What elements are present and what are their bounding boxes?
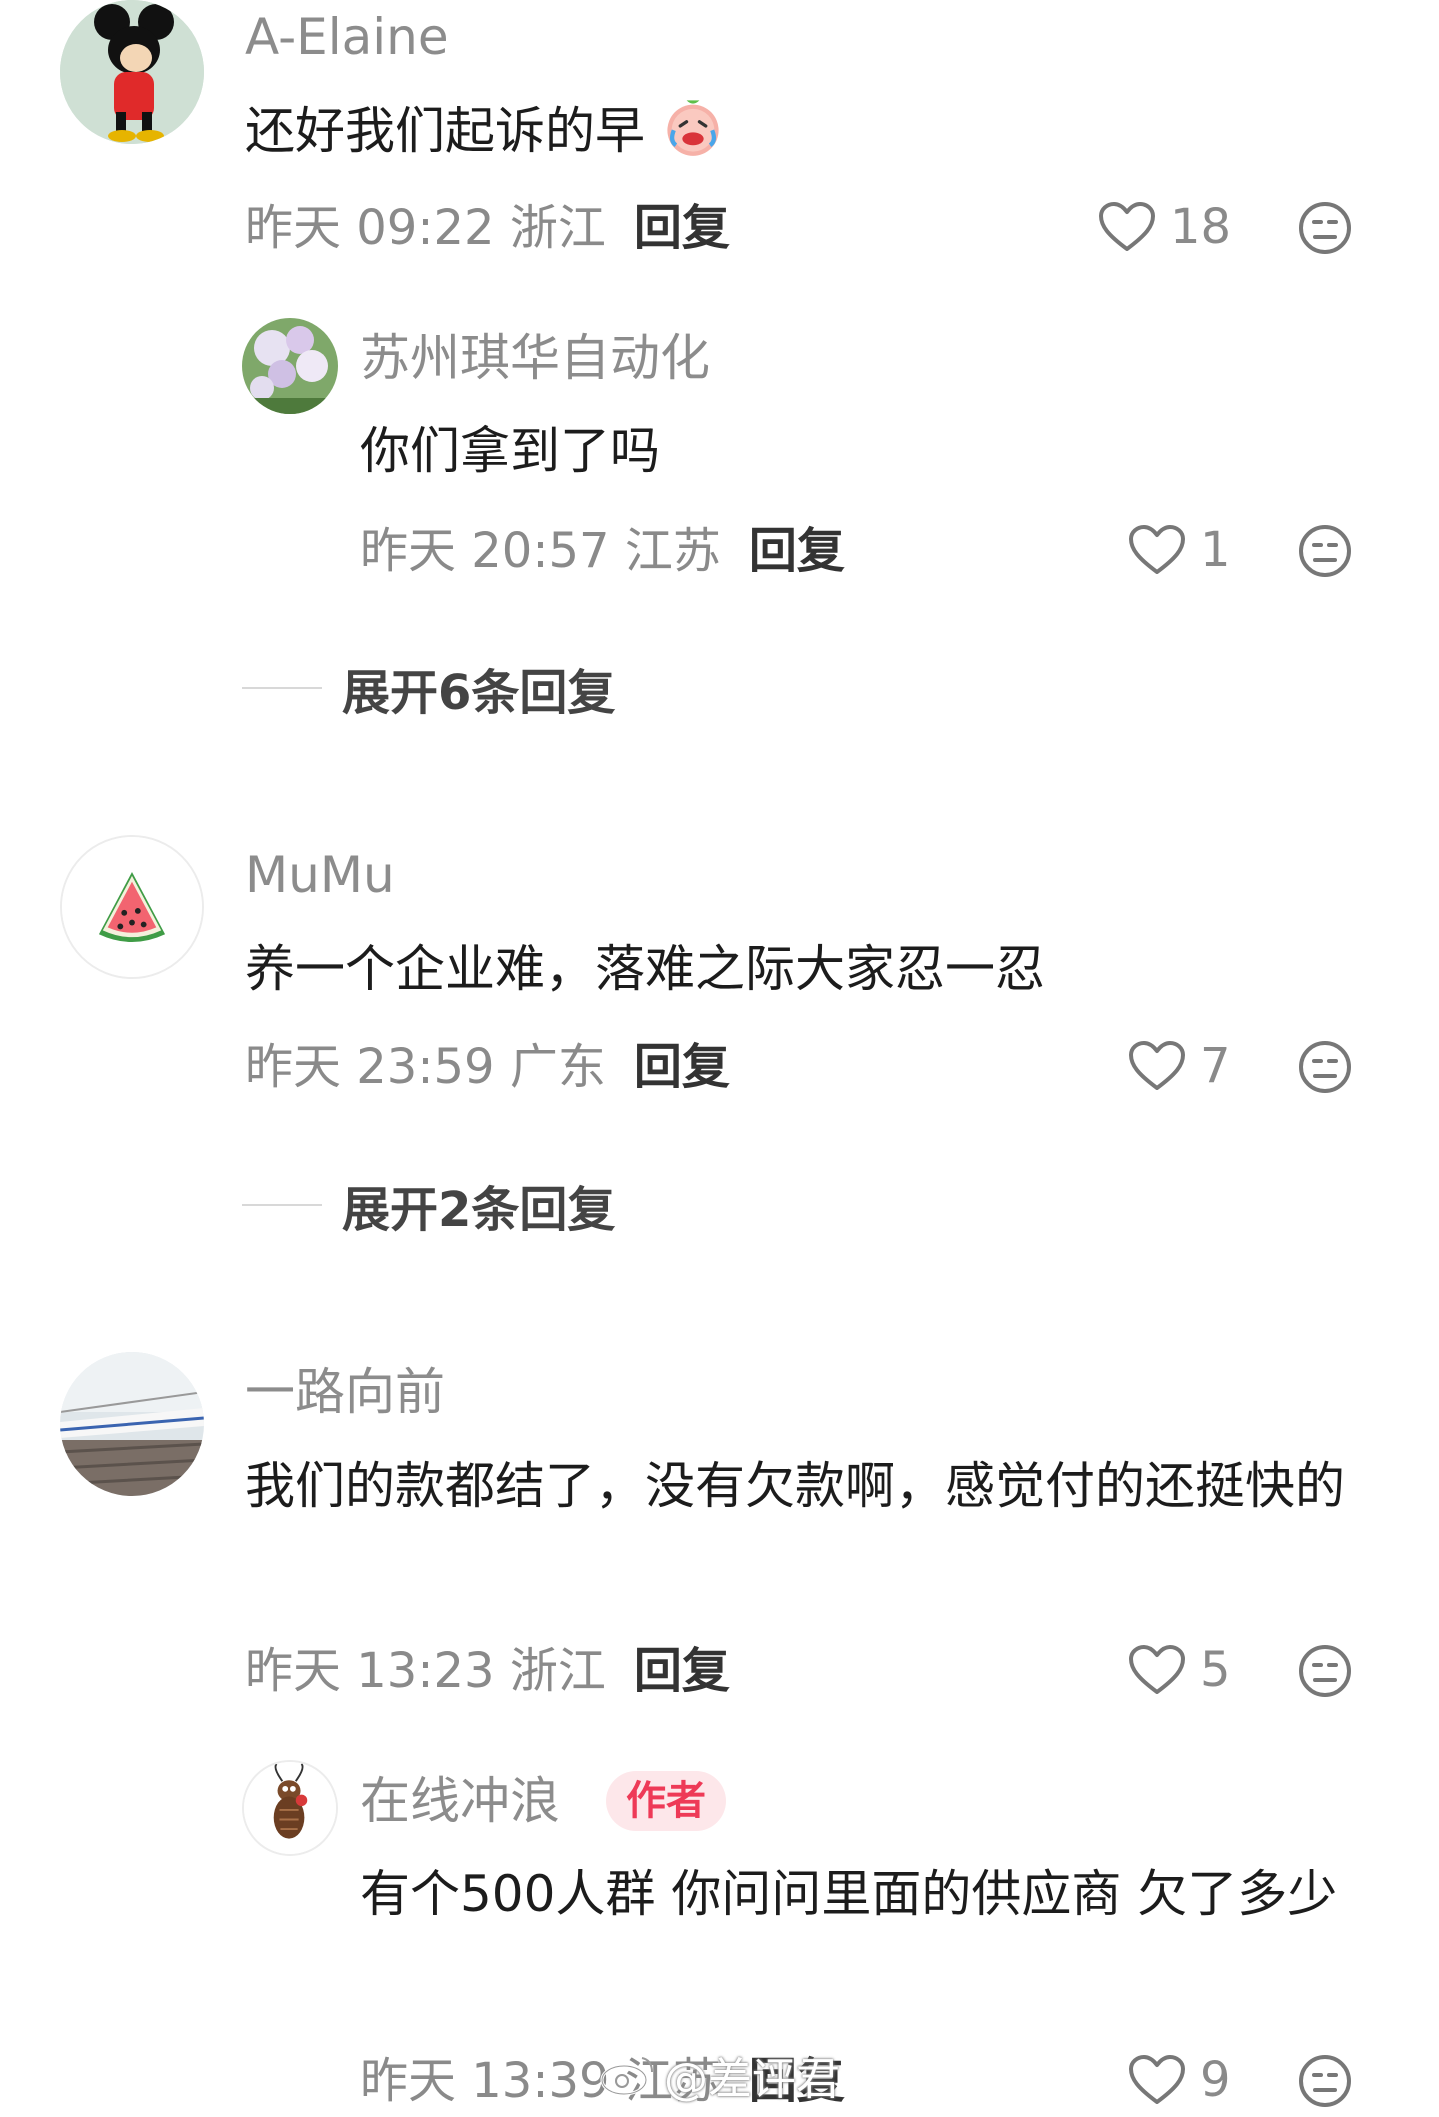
divider-line	[242, 1204, 322, 1206]
avatar-zaixianchonglang[interactable]	[242, 1760, 338, 1856]
comment-meta: 昨天 23:59 广东 回复	[245, 1043, 730, 1091]
dislike-face-icon[interactable]	[1298, 1040, 1352, 1094]
like-button[interactable]: 9	[1128, 2054, 1231, 2106]
reply-button[interactable]: 回复	[634, 1039, 730, 1095]
reply-text: 你们拿到了吗	[360, 422, 660, 480]
heart-outline-icon	[1129, 2055, 1185, 2104]
train-avatar-icon	[60, 1352, 204, 1496]
username[interactable]: 在线冲浪	[360, 1776, 560, 1826]
time-location: 昨天 13:23 浙江	[245, 1643, 606, 1699]
heart-outline-icon	[1099, 202, 1155, 251]
flower-avatar-icon	[242, 318, 338, 414]
reply-button[interactable]: 回复	[634, 200, 730, 256]
username[interactable]: 苏州琪华自动化	[360, 333, 710, 383]
reply-meta: 昨天 20:57 江苏 回复	[360, 527, 845, 575]
expand-replies-button[interactable]: 展开6条回复	[242, 653, 615, 723]
weibo-logo-icon	[600, 2057, 653, 2096]
heart-outline-icon	[1129, 525, 1185, 574]
divider-line	[242, 687, 322, 689]
like-button[interactable]: 18	[1098, 201, 1231, 253]
username[interactable]: MuMu	[245, 850, 395, 900]
comment-text: 我们的款都结了，没有欠款啊，感觉付的还挺快的	[245, 1457, 1345, 1515]
comment-text-content: 还好我们起诉的早	[245, 102, 645, 160]
reply-text: 有个500人群 你问问里面的供应商 欠了多少	[360, 1865, 1338, 1923]
username[interactable]: A-Elaine	[245, 12, 449, 62]
avatar-mumu[interactable]	[60, 835, 204, 979]
heart-outline-icon	[1129, 1645, 1185, 1694]
author-badge: 作者	[606, 1771, 726, 1831]
avatar-suzhou-qihua[interactable]	[242, 318, 338, 414]
comment-meta: 昨天 13:23 浙江 回复	[245, 1647, 730, 1695]
like-count: 1	[1200, 522, 1231, 578]
comment-text: 养一个企业难，落难之际大家忍一忍	[245, 940, 1045, 998]
dislike-face-icon[interactable]	[1298, 201, 1352, 255]
comment-text: 还好我们起诉的早	[245, 88, 1375, 174]
cricket-avatar-icon	[244, 1762, 336, 1854]
like-button[interactable]: 7	[1128, 1040, 1231, 1092]
like-count: 7	[1200, 1038, 1231, 1094]
heart-outline-icon	[1129, 1041, 1185, 1090]
comment-meta: 昨天 09:22 浙江 回复	[245, 204, 730, 252]
watermark: @差评君	[664, 2054, 840, 2105]
expand-replies-button[interactable]: 展开2条回复	[242, 1170, 615, 1240]
dislike-face-icon[interactable]	[1298, 2054, 1352, 2108]
time-location: 昨天 20:57 江苏	[360, 523, 721, 579]
crying-laugh-emoji	[667, 100, 719, 156]
avatar-a-elaine[interactable]	[60, 0, 204, 144]
mickey-avatar-icon	[60, 0, 204, 144]
dislike-face-icon[interactable]	[1298, 1644, 1352, 1698]
like-count: 5	[1200, 1642, 1231, 1698]
like-button[interactable]: 5	[1128, 1644, 1231, 1696]
username[interactable]: 一路向前	[245, 1367, 445, 1417]
time-location: 昨天 09:22 浙江	[245, 200, 606, 256]
watermelon-avatar-icon	[62, 837, 202, 977]
reply-button[interactable]: 回复	[749, 523, 845, 579]
expand-label: 展开6条回复	[342, 665, 616, 721]
like-button[interactable]: 1	[1128, 524, 1231, 576]
like-count: 9	[1200, 2052, 1231, 2108]
avatar-yiluxiangqian[interactable]	[60, 1352, 204, 1496]
reply-button[interactable]: 回复	[634, 1643, 730, 1699]
like-count: 18	[1170, 199, 1232, 255]
time-location: 昨天 23:59 广东	[245, 1039, 606, 1095]
dislike-face-icon[interactable]	[1298, 524, 1352, 578]
expand-label: 展开2条回复	[342, 1182, 616, 1238]
